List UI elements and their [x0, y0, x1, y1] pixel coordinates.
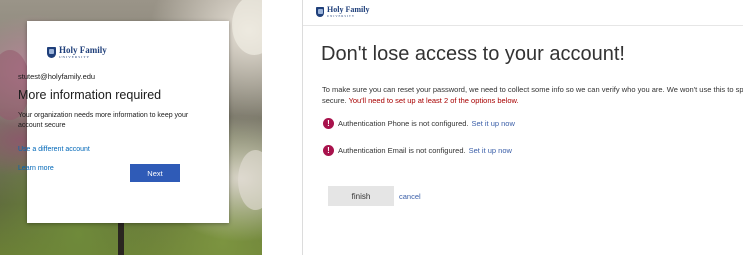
next-button[interactable]: Next	[130, 164, 180, 182]
header-divider	[303, 25, 743, 26]
logo-brand-text: Holy Family	[59, 45, 107, 55]
cancel-link[interactable]: cancel	[399, 192, 421, 201]
shield-logo-icon	[316, 7, 324, 17]
signin-background: Holy Family UNIVERSITY stutest@holyfamil…	[0, 0, 262, 255]
info-warning-text: You'll need to set up at least 2 of the …	[348, 95, 519, 105]
logo-sub-text: UNIVERSITY	[327, 14, 355, 18]
logo-sub-text: UNIVERSITY	[59, 55, 90, 59]
info-secure-text: secure.	[322, 95, 347, 105]
use-different-account-link[interactable]: Use a different account	[18, 146, 90, 153]
alert-icon: !	[323, 118, 334, 129]
alert-icon: !	[323, 145, 334, 156]
holy-family-logo: Holy Family UNIVERSITY	[47, 46, 107, 60]
background-blossom	[232, 0, 262, 55]
background-blossom	[238, 150, 262, 210]
learn-more-link[interactable]: Learn more	[18, 165, 54, 172]
account-email: stutest@holyfamily.edu	[18, 72, 96, 81]
setup-phone-link[interactable]: Set it up now	[472, 119, 515, 128]
auth-email-row: ! Authentication Email is not configured…	[323, 145, 512, 156]
signin-description: Your organization needs more information…	[18, 112, 189, 129]
page-title: Don't lose access to your account!	[321, 43, 625, 65]
auth-email-status: Authentication Email is not configured.	[338, 146, 466, 155]
signin-title: More information required	[18, 88, 162, 102]
logo-brand-text: Holy Family	[327, 5, 370, 14]
setup-email-link[interactable]: Set it up now	[469, 146, 512, 155]
security-setup-page: Holy Family UNIVERSITY Don't lose access…	[303, 0, 743, 255]
holy-family-header-logo: Holy Family UNIVERSITY	[316, 6, 369, 18]
shield-logo-icon	[47, 47, 56, 59]
auth-phone-row: ! Authentication Phone is not configured…	[323, 118, 515, 129]
info-paragraph: To make sure you can reset your password…	[322, 85, 743, 106]
info-text: To make sure you can reset your password…	[322, 85, 743, 94]
finish-button[interactable]: finish	[328, 186, 394, 206]
auth-phone-status: Authentication Phone is not configured.	[338, 119, 469, 128]
background-blossom	[0, 50, 30, 120]
